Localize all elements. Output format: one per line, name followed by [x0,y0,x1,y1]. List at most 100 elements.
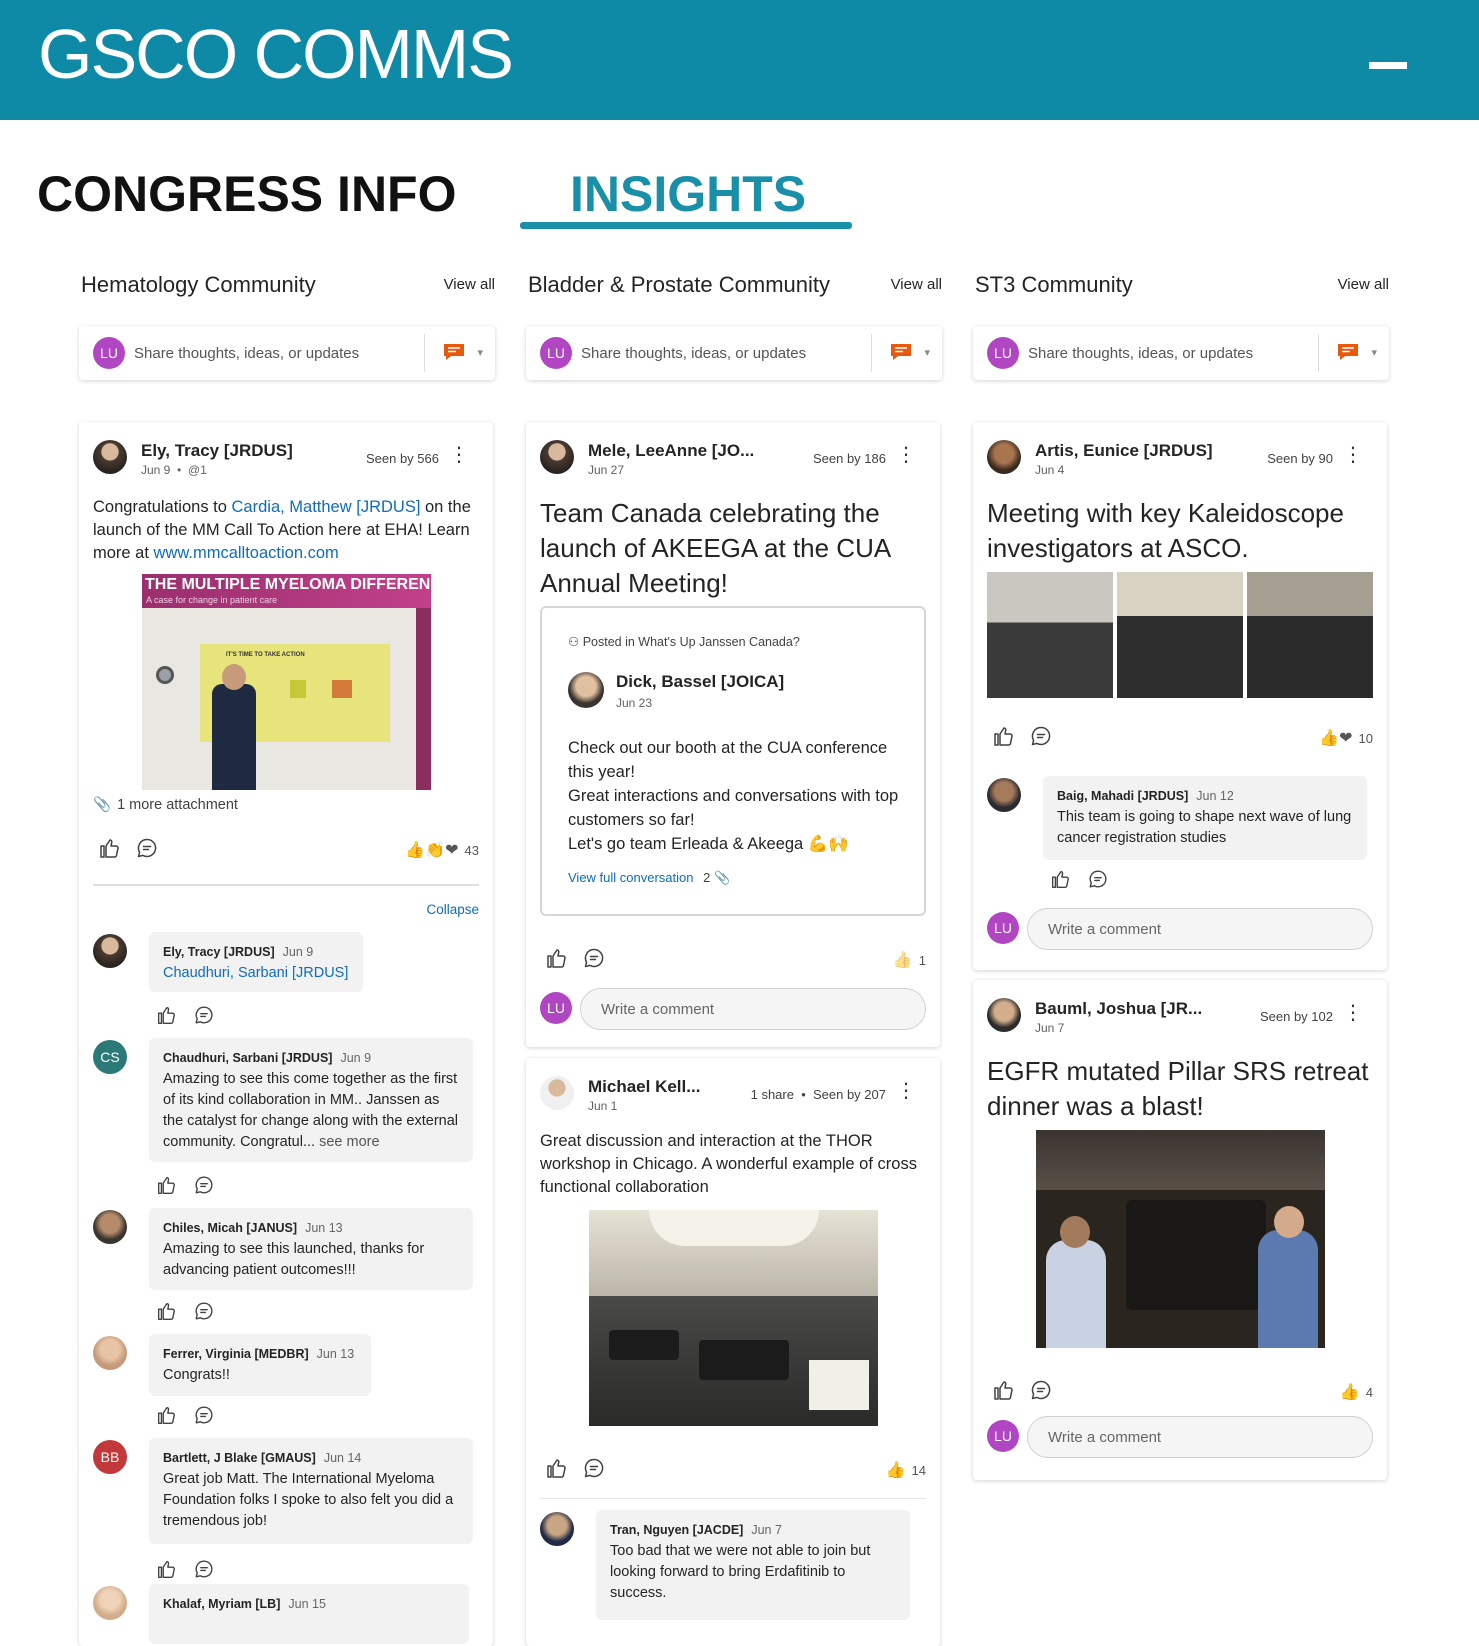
comment-icon[interactable] [193,1004,215,1026]
chevron-down-icon[interactable]: ▾ [1371,346,1377,359]
seen-count[interactable]: Seen by 102 [1260,1009,1333,1024]
more-options-icon[interactable]: ⋮ [449,444,469,466]
write-comment[interactable]: LU Write a comment [987,908,1373,950]
post-date: Jun 7 [1035,1021,1065,1035]
like-icon[interactable] [544,1456,568,1480]
avatar[interactable] [987,778,1021,812]
avatar[interactable] [987,440,1021,474]
like-icon[interactable] [155,1004,177,1026]
avatar[interactable] [93,1210,127,1244]
avatar[interactable] [568,672,604,708]
post-author[interactable]: Michael Kell... [588,1077,700,1097]
comment-icon[interactable] [193,1174,215,1196]
post-date: Jun 4 [1035,463,1065,477]
chevron-down-icon[interactable]: ▾ [924,346,930,359]
attachment-row[interactable]: 📎 1 more attachment [93,796,238,813]
more-options-icon[interactable]: ⋮ [1343,1002,1363,1024]
post-image[interactable] [1247,572,1373,698]
post-image[interactable] [589,1210,878,1426]
more-options-icon[interactable]: ⋮ [896,1080,916,1102]
post-author[interactable]: Ely, Tracy [JRDUS] [141,441,293,461]
view-all-link[interactable]: View all [1338,276,1389,293]
chevron-down-icon[interactable]: ▾ [477,346,483,359]
tab-congress-info[interactable]: CONGRESS INFO [37,165,456,223]
avatar[interactable]: CS [93,1040,127,1074]
write-comment[interactable]: LU Write a comment [987,1416,1373,1458]
post-image[interactable] [1117,572,1243,698]
avatar[interactable] [93,934,127,968]
seen-count[interactable]: 1 share • Seen by 207 [751,1087,886,1102]
comment-icon[interactable] [582,1456,606,1480]
like-icon[interactable] [155,1558,177,1580]
comment-icon[interactable] [582,946,606,970]
reaction-summary[interactable]: 👍 1 [893,950,926,970]
reaction-summary[interactable]: 👍 14 [886,1460,926,1480]
like-icon[interactable] [991,724,1015,748]
like-icon[interactable] [155,1300,177,1322]
app-title: GSCO COMMS [38,15,514,93]
community-column-hematology: Hematology Community View all LU Share t… [79,270,495,380]
post-author[interactable]: Artis, Eunice [JRDUS] [1035,441,1213,461]
collapse-link[interactable]: Collapse [426,902,479,917]
tab-insights[interactable]: INSIGHTS [570,165,806,223]
seen-count[interactable]: Seen by 186 [813,451,886,466]
seen-count[interactable]: Seen by 566 [366,451,439,466]
comment-input[interactable]: Write a comment [580,988,926,1030]
post-headline: Team Canada celebrating the launch of AK… [540,498,890,598]
comment-icon[interactable] [1087,868,1109,890]
avatar[interactable] [987,998,1021,1032]
like-icon[interactable] [991,1378,1015,1402]
view-all-link[interactable]: View all [891,276,942,293]
like-icon[interactable] [155,1404,177,1426]
post-type-icon[interactable] [1337,343,1359,361]
post-type-icon[interactable] [443,343,465,361]
shared-post[interactable]: ⚇ Posted in What's Up Janssen Canada? Di… [540,606,926,916]
share-box[interactable]: LU Share thoughts, ideas, or updates ▾ [79,326,495,380]
post-image[interactable]: THE MULTIPLE MYELOMA DIFFEREN A case for… [142,574,431,790]
comment-input[interactable]: Write a comment [1027,1416,1373,1458]
post-type-icon[interactable] [890,343,912,361]
comment-icon[interactable] [193,1300,215,1322]
comment: CS Chaudhuri, Sarbani [JRDUS] Jun 9 Amazi… [93,1038,479,1162]
comment-icon[interactable] [193,1558,215,1580]
comment-input[interactable]: Write a comment [1027,908,1373,950]
reaction-summary[interactable]: 👍 4 [1340,1382,1373,1402]
post-author[interactable]: Mele, LeeAnne [JO... [588,441,754,461]
more-options-icon[interactable]: ⋮ [1343,444,1363,466]
share-box[interactable]: LU Share thoughts, ideas, or updates ▾ [973,326,1389,380]
reaction-summary[interactable]: 👍❤ 10 [1319,728,1373,748]
minimize-button[interactable] [1369,62,1407,69]
view-all-link[interactable]: View all [444,276,495,293]
write-comment[interactable]: LU Write a comment [540,988,926,1030]
more-options-icon[interactable]: ⋮ [896,444,916,466]
reaction-summary[interactable]: 👍👏❤ 43 [405,840,479,860]
share-box[interactable]: LU Share thoughts, ideas, or updates ▾ [526,326,942,380]
avatar[interactable] [93,1586,127,1620]
like-icon[interactable] [97,836,121,860]
view-full-conversation-link[interactable]: View full conversation 2 📎 [568,870,730,886]
avatar[interactable]: BB [93,1440,127,1474]
like-icon[interactable] [155,1174,177,1196]
avatar[interactable] [93,440,127,474]
comment-icon[interactable] [1029,1378,1053,1402]
mention-link[interactable]: Chaudhuri, Sarbani [JRDUS] [163,965,348,981]
like-icon[interactable] [544,946,568,970]
see-more-link[interactable]: see more [319,1134,379,1150]
avatar[interactable] [540,440,574,474]
comment-icon[interactable] [193,1404,215,1426]
shared-author[interactable]: Dick, Bassel [JOICA] [616,672,784,692]
comment: Ferrer, Virginia [MEDBR] Jun 13 Congrats!… [93,1334,479,1396]
post-image[interactable] [987,572,1113,698]
url-link[interactable]: www.mmcalltoaction.com [154,544,339,562]
avatar[interactable] [540,1076,574,1110]
post-image[interactable] [1036,1130,1325,1348]
avatar[interactable] [93,1336,127,1370]
like-icon[interactable] [1049,868,1071,890]
post-author[interactable]: Bauml, Joshua [JR... [1035,999,1202,1019]
comment-icon[interactable] [1029,724,1053,748]
avatar[interactable] [540,1512,574,1546]
mention-link[interactable]: Cardia, Matthew [JRDUS] [232,498,421,516]
seen-count[interactable]: Seen by 90 [1267,451,1333,466]
community-column-st3: ST3 Community View all LU Share thoughts… [973,270,1389,380]
comment-icon[interactable] [135,836,159,860]
